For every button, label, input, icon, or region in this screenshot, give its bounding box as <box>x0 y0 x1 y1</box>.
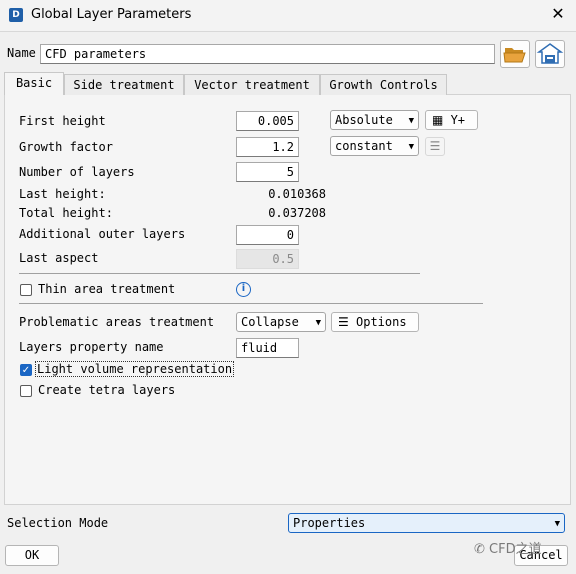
light-volume-checkbox[interactable]: ✓ <box>20 364 32 376</box>
chevron-down-icon: ▼ <box>315 318 321 328</box>
total-height-label: Total height: <box>19 206 113 220</box>
last-aspect-label: Last aspect <box>19 251 99 265</box>
tab-vector-treatment[interactable]: Vector treatment <box>184 74 320 95</box>
name-label: Name <box>7 46 36 60</box>
tab-side-treatment[interactable]: Side treatment <box>64 74 184 95</box>
title-divider <box>0 31 576 32</box>
yplus-calculator-button[interactable]: ▦ Y+ <box>425 110 478 130</box>
last-aspect-field: 0.5 <box>236 249 299 269</box>
growth-factor-mode-select[interactable]: constant ▼ <box>330 136 419 156</box>
watermark: ✆ CFD之道 <box>474 538 542 557</box>
selection-mode-value: Properties <box>293 516 366 530</box>
tab-growth-controls[interactable]: Growth Controls <box>320 74 447 95</box>
watermark-text: CFD之道 <box>489 542 542 557</box>
chevron-down-icon: ▼ <box>554 519 560 529</box>
first-height-field[interactable]: 0.005 <box>236 111 299 131</box>
list-icon[interactable]: ☰ <box>425 137 445 156</box>
layers-property-field[interactable]: fluid <box>236 338 299 358</box>
window-title: Global Layer Parameters <box>31 7 192 22</box>
last-height-value: 0.010368 <box>268 187 326 201</box>
ok-button[interactable]: OK <box>5 545 59 566</box>
save-button[interactable] <box>535 40 565 68</box>
wechat-icon: ✆ <box>474 542 485 557</box>
additional-outer-layers-label: Additional outer layers <box>19 227 186 241</box>
separator <box>19 303 483 304</box>
first-height-label: First height <box>19 114 106 128</box>
options-button[interactable]: ☰ Options <box>331 312 419 332</box>
app-icon: D <box>9 8 23 22</box>
options-label: Options <box>356 315 407 329</box>
selection-mode-select[interactable]: Properties ▼ <box>288 513 565 533</box>
menu-icon: ☰ <box>338 315 349 329</box>
problematic-areas-select[interactable]: Collapse ▼ <box>236 312 326 332</box>
growth-factor-field[interactable]: 1.2 <box>236 137 299 157</box>
selection-mode-label: Selection Mode <box>7 516 109 530</box>
additional-outer-layers-field[interactable]: 0 <box>236 225 299 245</box>
first-height-mode-value: Absolute <box>335 113 393 127</box>
create-tetra-checkbox[interactable] <box>20 385 32 397</box>
calculator-icon: ▦ <box>432 113 444 127</box>
chevron-down-icon: ▼ <box>408 142 414 152</box>
first-height-mode-select[interactable]: Absolute ▼ <box>330 110 419 130</box>
growth-factor-mode-value: constant <box>335 139 393 153</box>
save-icon <box>536 43 564 64</box>
light-volume-label: Light volume representation <box>35 361 235 377</box>
growth-factor-label: Growth factor <box>19 140 113 154</box>
info-icon[interactable]: i <box>236 282 251 297</box>
create-tetra-label: Create tetra layers <box>38 383 176 397</box>
thin-area-label: Thin area treatment <box>38 282 176 296</box>
close-icon[interactable]: ✕ <box>548 4 568 24</box>
last-height-label: Last height: <box>19 187 106 201</box>
open-folder-button[interactable] <box>500 40 530 68</box>
layers-property-label: Layers property name <box>19 340 164 354</box>
name-field[interactable]: CFD parameters <box>40 44 495 64</box>
number-of-layers-field[interactable]: 5 <box>236 162 299 182</box>
chevron-down-icon: ▼ <box>408 116 414 126</box>
separator <box>19 273 420 274</box>
problematic-areas-value: Collapse <box>241 315 299 329</box>
problematic-areas-label: Problematic areas treatment <box>19 315 215 329</box>
total-height-value: 0.037208 <box>268 206 326 220</box>
folder-icon <box>503 48 526 63</box>
thin-area-checkbox[interactable] <box>20 284 32 296</box>
tab-basic[interactable]: Basic <box>4 72 64 95</box>
yplus-label: Y+ <box>450 113 466 127</box>
number-of-layers-label: Number of layers <box>19 165 135 179</box>
